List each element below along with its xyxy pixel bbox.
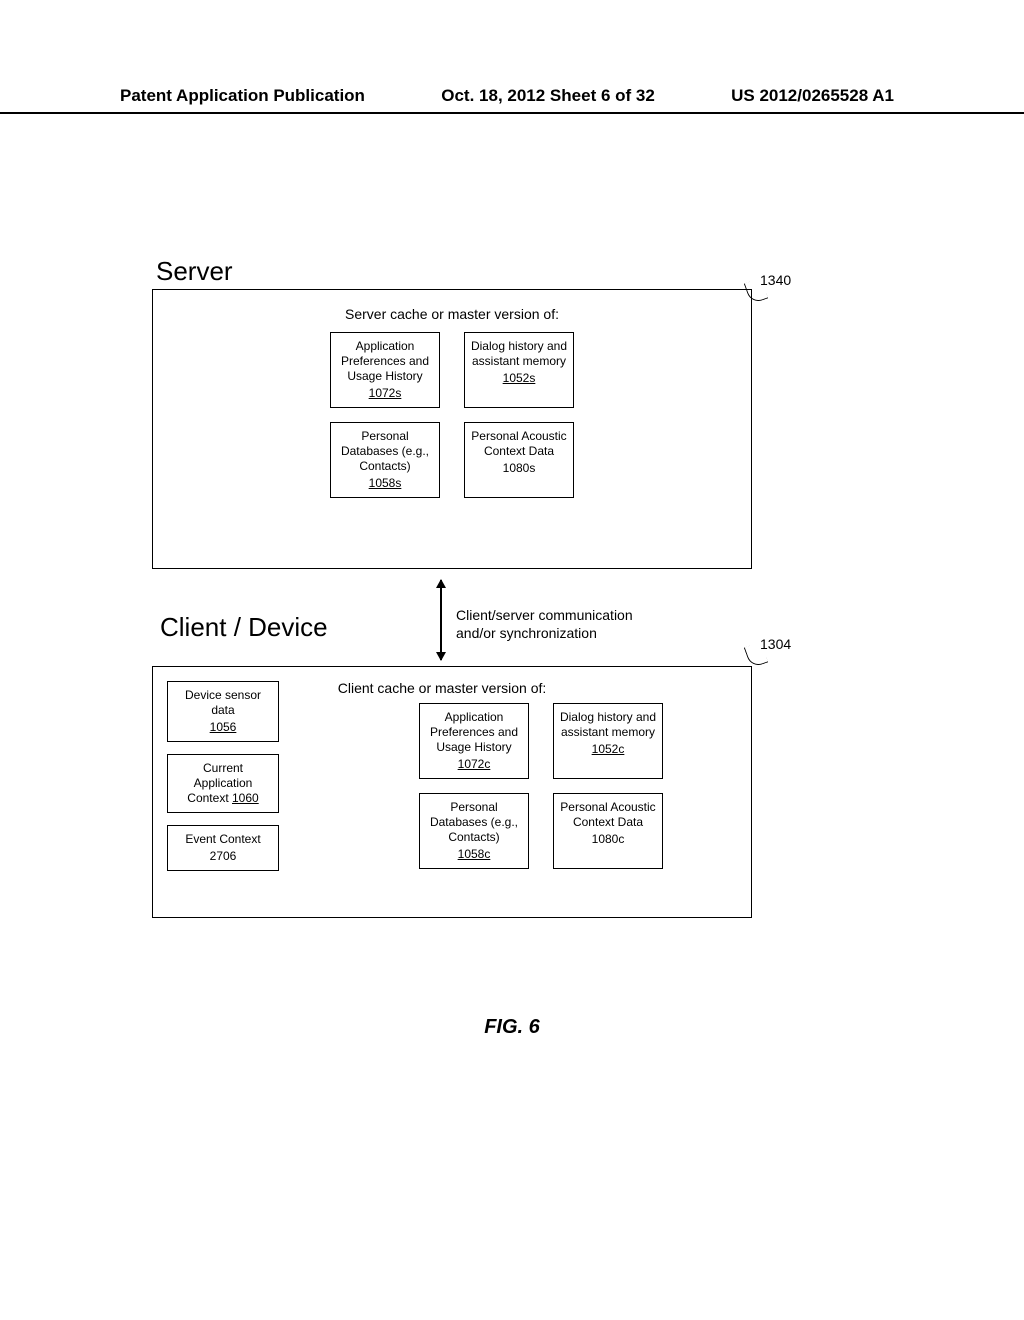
server-box: Server cache or master version of: Appli… <box>152 289 752 569</box>
comm-line2: and/or synchronization <box>456 625 597 641</box>
diagram-container: Server Server cache or master version of… <box>152 256 752 569</box>
server-personal-db-box: Personal Databases (e.g., Contacts) 1058… <box>330 422 440 498</box>
box-label: Personal Acoustic Context Data <box>471 429 566 458</box>
page-header: Patent Application Publication Oct. 18, … <box>0 86 1024 114</box>
client-subtitle: Client cache or master version of: <box>312 680 572 696</box>
server-ref-num: 1340 <box>760 272 791 288</box>
box-ref: 1072s <box>335 386 435 401</box>
box-label: Dialog history and assistant memory <box>560 710 656 739</box>
header-left: Patent Application Publication <box>120 86 365 106</box>
server-title: Server <box>156 256 752 287</box>
box-label: Application Preferences and Usage Histor… <box>430 710 518 754</box>
server-acoustic-box: Personal Acoustic Context Data 1080s <box>464 422 574 498</box>
box-ref: 1080s <box>469 461 569 476</box>
box-ref: 1056 <box>172 720 274 735</box>
server-grid: Application Preferences and Usage Histor… <box>322 332 582 498</box>
server-app-prefs-box: Application Preferences and Usage Histor… <box>330 332 440 408</box>
box-label: Application Preferences and Usage Histor… <box>341 339 429 383</box>
box-label: Personal Acoustic Context Data <box>560 800 655 829</box>
client-box: Device sensor data 1056 CurrentApplicati… <box>152 666 752 918</box>
box-label: Dialog history and assistant memory <box>471 339 567 368</box>
box-ref: 1052s <box>469 371 569 386</box>
comm-label: Client/server communication and/or synch… <box>456 606 676 642</box>
client-dialog-box: Dialog history and assistant memory 1052… <box>553 703 663 779</box>
box-ref: 1052c <box>558 742 658 757</box>
client-app-prefs-box: Application Preferences and Usage Histor… <box>419 703 529 779</box>
client-ref-num: 1304 <box>760 636 791 652</box>
client-grid: Application Preferences and Usage Histor… <box>411 703 671 869</box>
figure-label: FIG. 6 <box>0 1016 1024 1039</box>
box-ref: 1058s <box>335 476 435 491</box>
client-left-column: Device sensor data 1056 CurrentApplicati… <box>167 681 279 871</box>
header-right: US 2012/0265528 A1 <box>731 86 894 106</box>
box-ref: 1058c <box>424 847 524 862</box>
box-ref: 1072c <box>424 757 524 772</box>
sync-arrow <box>440 580 442 660</box>
client-personal-db-box: Personal Databases (e.g., Contacts) 1058… <box>419 793 529 869</box>
client-title: Client / Device <box>160 612 328 643</box>
box-ref: 2706 <box>172 849 274 864</box>
server-dialog-box: Dialog history and assistant memory 1052… <box>464 332 574 408</box>
server-subtitle: Server cache or master version of: <box>169 306 735 322</box>
box-label: Event Context <box>185 832 260 846</box>
box-label: Personal Databases (e.g., Contacts) <box>430 800 518 844</box>
header-row: Patent Application Publication Oct. 18, … <box>0 86 1024 106</box>
box-ref: 1080c <box>558 832 658 847</box>
comm-line1: Client/server communication <box>456 607 633 623</box>
box-label: Personal Databases (e.g., Contacts) <box>341 429 429 473</box>
header-center: Oct. 18, 2012 Sheet 6 of 32 <box>441 86 655 106</box>
app-context-box: CurrentApplicationContext 1060 <box>167 754 279 813</box>
client-acoustic-box: Personal Acoustic Context Data 1080c <box>553 793 663 869</box>
event-context-box: Event Context 2706 <box>167 825 279 871</box>
box-label: Device sensor data <box>185 688 261 717</box>
device-sensor-box: Device sensor data 1056 <box>167 681 279 742</box>
